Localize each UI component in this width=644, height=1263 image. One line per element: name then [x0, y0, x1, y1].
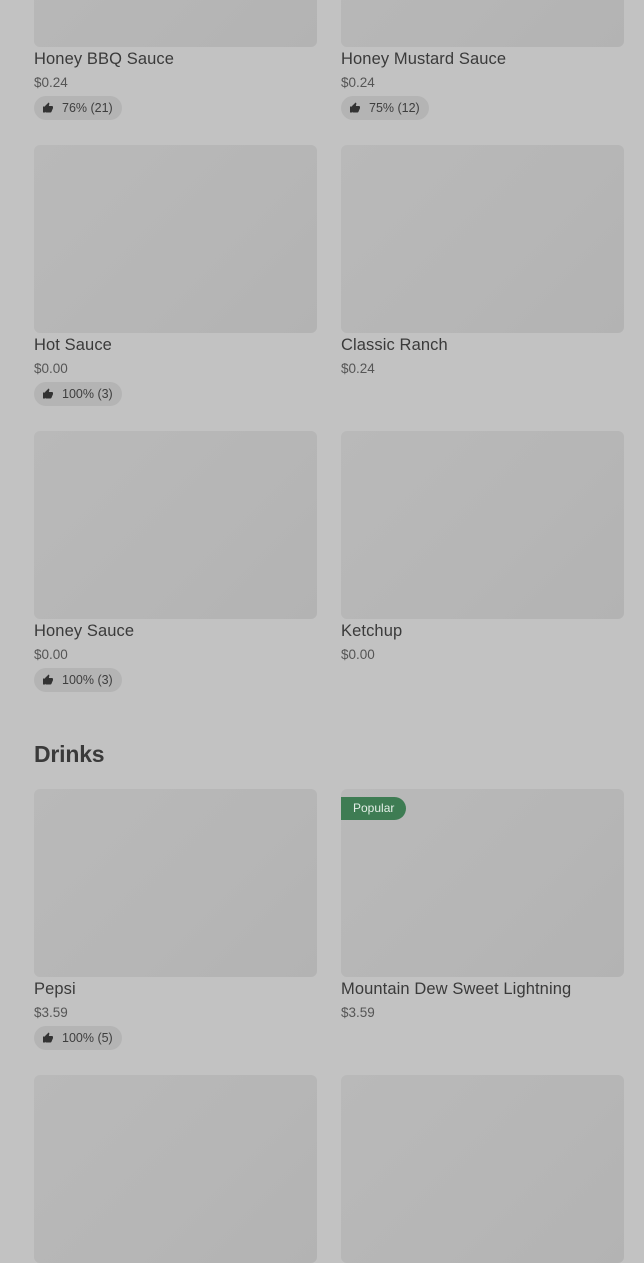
- menu-page: Honey BBQ Sauce $0.24 76% (21) Honey Mus…: [0, 0, 644, 1263]
- menu-item-card[interactable]: Honey BBQ Sauce $0.24 76% (21): [34, 0, 317, 120]
- rating-text: 100% (5): [62, 1031, 113, 1045]
- menu-item-name: Mountain Dew Sweet Lightning: [341, 980, 572, 998]
- thumbs-up-icon: [350, 102, 360, 113]
- rating-text: 100% (3): [62, 387, 113, 401]
- menu-item-price: $3.59: [341, 1005, 375, 1020]
- menu-item-name: Honey Sauce: [34, 622, 135, 640]
- thumbs-up-icon: [43, 1032, 53, 1043]
- menu-item-name: Pepsi: [34, 980, 76, 998]
- menu-item-image[interactable]: Popular: [341, 789, 624, 977]
- rating-badge: 100% (3): [34, 668, 122, 692]
- rating-badge: 100% (5): [34, 1026, 122, 1050]
- menu-item-image[interactable]: [341, 0, 624, 47]
- menu-item-price: $0.24: [34, 75, 68, 90]
- menu-item-card[interactable]: Classic Ranch $0.24: [341, 145, 624, 376]
- menu-item-image[interactable]: [341, 145, 624, 333]
- menu-item-name: Classic Ranch: [341, 336, 448, 354]
- menu-item-name: Honey Mustard Sauce: [341, 50, 507, 68]
- menu-item-card[interactable]: Popular Mountain Dew Sweet Lightning $3.…: [341, 789, 624, 1020]
- menu-item-card[interactable]: [341, 1075, 624, 1263]
- menu-item-image[interactable]: [341, 1075, 624, 1263]
- rating-badge: 100% (3): [34, 382, 122, 406]
- rating-text: 75% (12): [369, 101, 420, 115]
- menu-item-image[interactable]: [34, 431, 317, 619]
- menu-item-image[interactable]: [34, 145, 317, 333]
- rating-badge: 75% (12): [341, 96, 429, 120]
- popular-badge: Popular: [341, 797, 407, 820]
- menu-item-card[interactable]: Honey Sauce $0.00 100% (3): [34, 431, 317, 692]
- menu-item-card[interactable]: Hot Sauce $0.00 100% (3): [34, 145, 317, 406]
- rating-text: 76% (21): [62, 101, 113, 115]
- menu-item-card[interactable]: Honey Mustard Sauce $0.24 75% (12): [341, 0, 624, 120]
- menu-item-card[interactable]: [34, 1075, 317, 1263]
- menu-item-name: Honey BBQ Sauce: [34, 50, 174, 68]
- thumbs-up-icon: [43, 388, 53, 399]
- menu-item-price: $0.00: [34, 647, 68, 662]
- menu-item-card[interactable]: Pepsi $3.59 100% (5): [34, 789, 317, 1050]
- menu-item-image[interactable]: [34, 1075, 317, 1263]
- menu-item-name: Hot Sauce: [34, 336, 112, 354]
- rating-text: 100% (3): [62, 673, 113, 687]
- menu-item-image[interactable]: [341, 431, 624, 619]
- thumbs-up-icon: [43, 102, 53, 113]
- menu-item-price: $0.00: [34, 361, 68, 376]
- rating-badge: 76% (21): [34, 96, 122, 120]
- menu-item-price: $0.24: [341, 75, 375, 90]
- menu-item-price: $0.00: [341, 647, 375, 662]
- section-title-drinks: Drinks: [34, 741, 105, 767]
- menu-item-card[interactable]: Ketchup $0.00: [341, 431, 624, 662]
- menu-item-image[interactable]: [34, 0, 317, 47]
- menu-item-name: Ketchup: [341, 622, 403, 640]
- menu-item-image[interactable]: [34, 789, 317, 977]
- thumbs-up-icon: [43, 674, 53, 685]
- menu-item-price: $3.59: [34, 1005, 68, 1020]
- menu-item-price: $0.24: [341, 361, 375, 376]
